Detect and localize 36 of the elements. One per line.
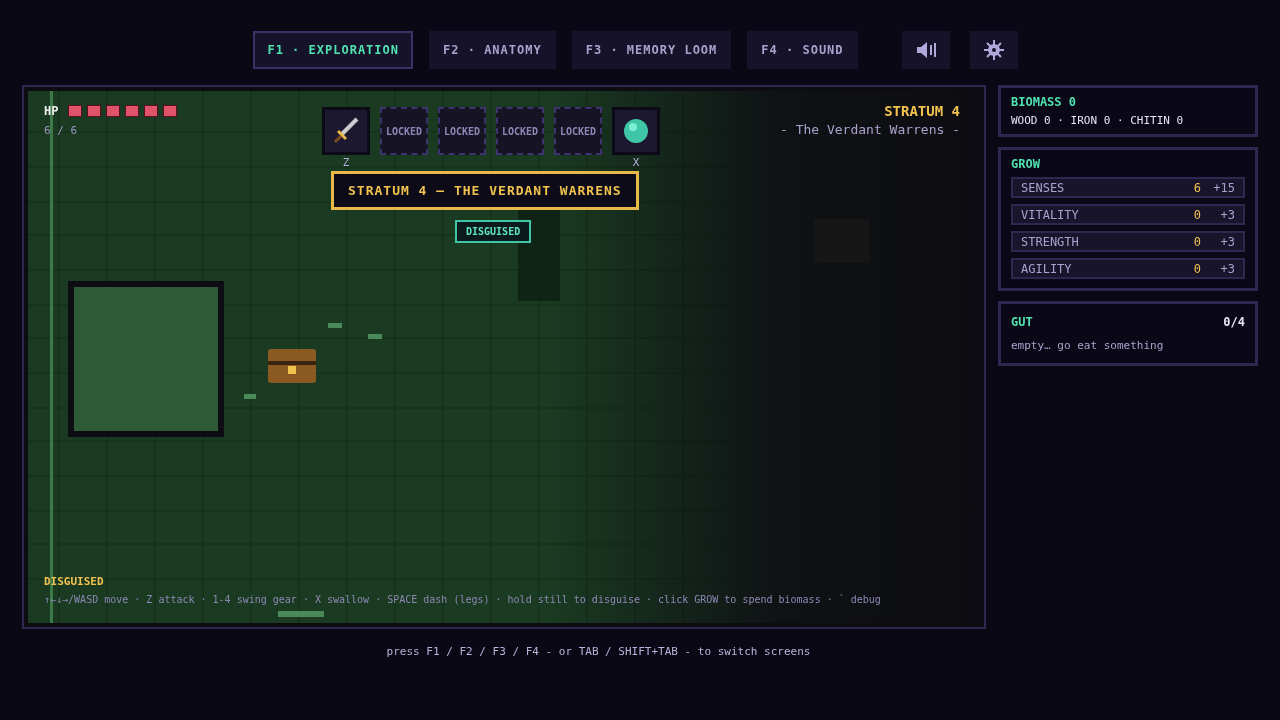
panel-title: GROW — [1011, 157, 1041, 171]
stat-upgrade-button[interactable]: STRENGTH 0 +3 — [1011, 231, 1245, 252]
hp-label: HP — [44, 104, 59, 118]
stratum-subtitle: - The Verdant Warrens - — [780, 122, 960, 137]
speaker-icon — [914, 40, 937, 60]
status-badge: DISGUISED — [455, 220, 532, 243]
resource-counts: WOOD 0 · IRON 0 · CHITIN 0 — [1011, 114, 1185, 127]
locked-gear-slot[interactable]: LOCKED — [496, 107, 544, 155]
footer-hint: press F1 / F2 / F3 / F4 - or TAB / SHIFT+TAB - to switch screens — [386, 645, 811, 658]
key-hint: X — [632, 157, 640, 168]
locked-gear-slot[interactable]: LOCKED — [554, 107, 602, 155]
key-hint: Z — [342, 157, 350, 168]
gut-count: 0/4 — [1223, 315, 1245, 329]
orb-icon — [623, 118, 649, 144]
gut-status: empty… go eat something — [1011, 339, 1165, 352]
gear-slot[interactable] — [612, 107, 660, 155]
panel-title: GUT — [1011, 315, 1033, 329]
screen-tab[interactable]: F2 · ANATOMY — [429, 31, 556, 69]
stat-upgrade-button[interactable]: SENSES 6 +15 — [1011, 177, 1245, 198]
stat-upgrade-button[interactable]: AGILITY 0 +3 — [1011, 258, 1245, 279]
sound-toggle-button[interactable] — [901, 31, 950, 69]
settings-button[interactable] — [969, 31, 1018, 69]
settings-icon — [982, 39, 1005, 61]
stratum-banner: STRATUM 4 — THE VERDANT WARRENS — [331, 171, 639, 210]
status-label: DISGUISED — [44, 575, 104, 588]
panel-title: BIOMASS 0 — [1011, 95, 1078, 109]
controls-hint: ↑←↓→/WASD move · Z attack · 1-4 swing gear · X swallow · SPACE dash (legs) · hold still to disguise · click GROW to spend biomass · ` debug — [44, 594, 881, 605]
locked-gear-slot[interactable]: LOCKED — [438, 107, 486, 155]
stratum-title: STRATUM 4 — [883, 103, 960, 119]
locked-gear-slot[interactable]: LOCKED — [380, 107, 428, 155]
screen-tab[interactable]: F3 · MEMORY LOOM — [571, 31, 732, 69]
hp-readout: 6 / 6 — [44, 124, 78, 137]
gear-slot[interactable] — [322, 107, 370, 155]
stat-upgrade-button[interactable]: VITALITY 0 +3 — [1011, 204, 1245, 225]
screen-tab[interactable]: F4 · SOUND — [747, 31, 858, 69]
screen-tab[interactable]: F1 · EXPLORATION — [253, 31, 413, 69]
